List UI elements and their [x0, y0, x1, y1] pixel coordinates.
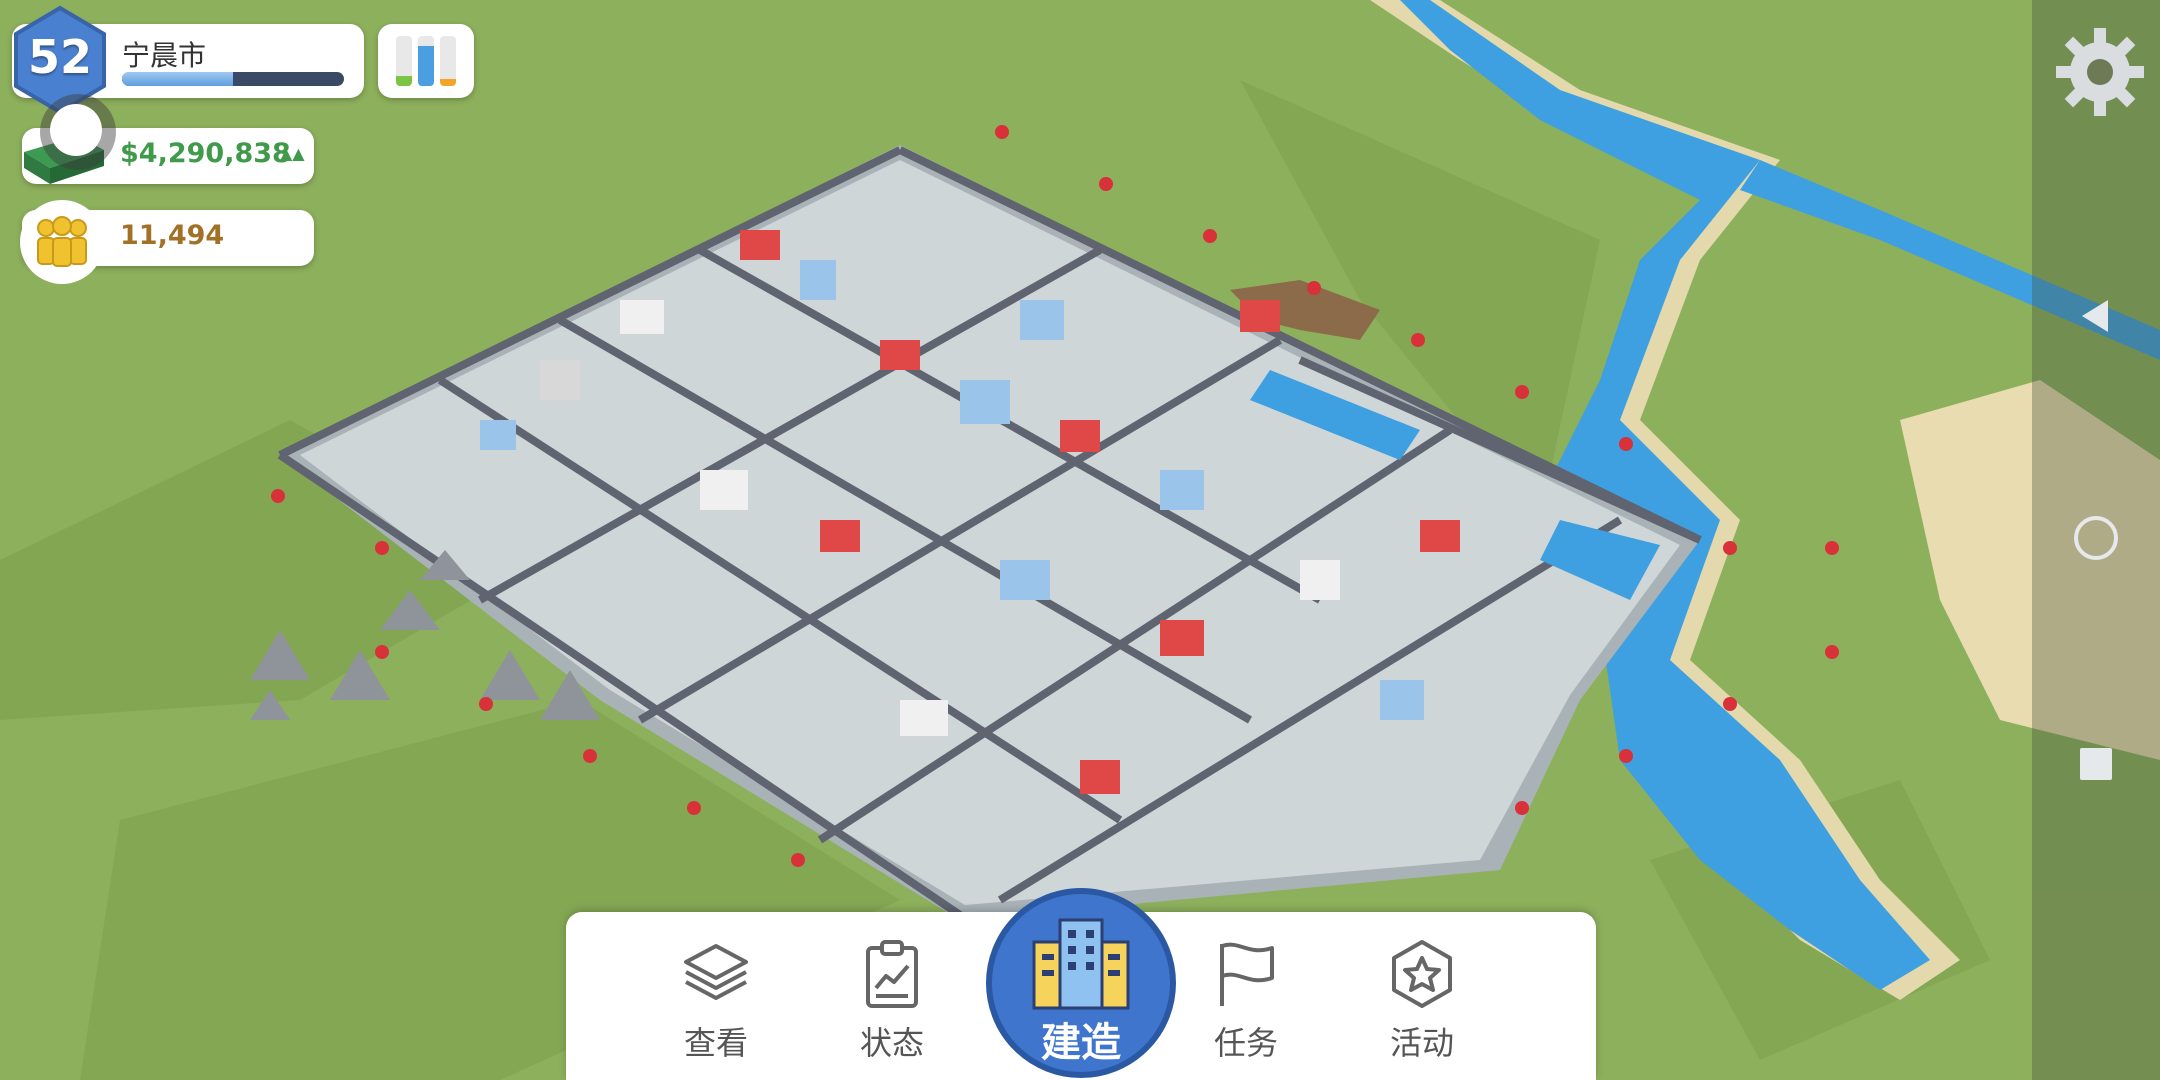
stat-bar-orange — [440, 36, 456, 86]
events-button[interactable]: 活动 — [1352, 912, 1492, 1080]
view-label: 查看 — [683, 1024, 748, 1062]
stat-fill — [418, 46, 434, 86]
joystick-knob[interactable] — [50, 104, 102, 156]
population-value: 11,494 — [120, 220, 225, 251]
clipboard-chart-icon — [866, 940, 918, 1008]
building-icon — [1032, 918, 1130, 1010]
gear-icon[interactable] — [2052, 24, 2148, 120]
bar-meter-icon[interactable] — [378, 24, 474, 98]
back-triangle-icon[interactable] — [2076, 296, 2116, 336]
money-trend-icon: ▲▲ — [280, 144, 305, 163]
layers-icon — [684, 944, 748, 1000]
home-circle-icon[interactable] — [2072, 514, 2120, 562]
star-hexagon-icon — [1392, 940, 1452, 1008]
money-value: $4,290,838 — [120, 138, 291, 169]
flag-icon — [1220, 942, 1274, 1006]
city-name: 宁晨市 — [122, 39, 207, 72]
status-label: 状态 — [859, 1024, 924, 1062]
tasks-button[interactable]: 任务 — [1176, 912, 1316, 1080]
people-icon — [20, 200, 104, 284]
status-button[interactable]: 状态 — [822, 912, 962, 1080]
stat-bar-green — [396, 36, 412, 86]
tasks-label: 任务 — [1213, 1024, 1278, 1062]
events-label: 活动 — [1389, 1024, 1454, 1062]
build-label: 建造 — [1041, 1020, 1121, 1066]
stat-bar-blue — [418, 36, 434, 86]
stat-fill — [440, 78, 456, 86]
city-level: 52 — [27, 30, 92, 84]
xp-progress-bar — [122, 72, 344, 86]
xp-progress-fill — [122, 72, 233, 86]
stat-fill — [396, 76, 412, 86]
recents-square-icon[interactable] — [2080, 748, 2112, 780]
view-button[interactable]: 查看 — [646, 912, 786, 1080]
